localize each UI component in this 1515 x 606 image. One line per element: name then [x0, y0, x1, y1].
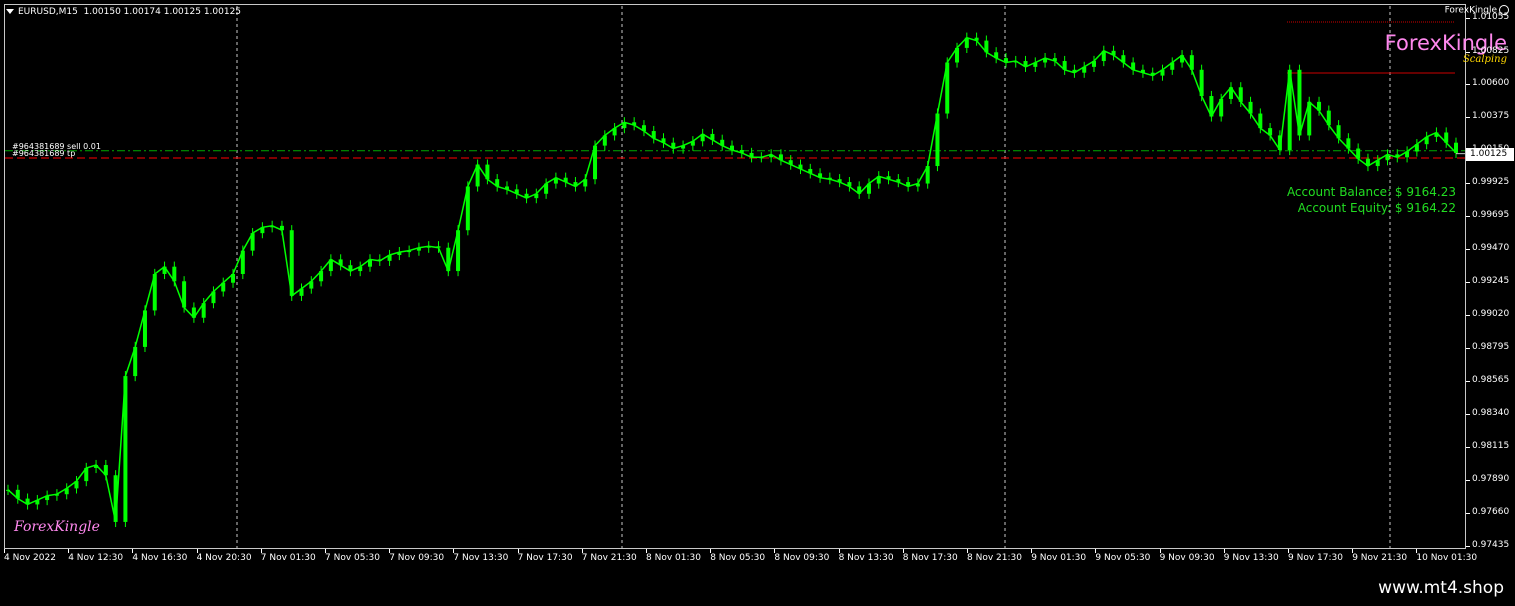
price-tick-label: 0.98115	[1465, 440, 1510, 451]
ohlc-values: 1.00150 1.00174 1.00125 1.00125	[83, 7, 242, 17]
plot-area-border	[4, 4, 1466, 549]
time-tick-label: 4 Nov 2022	[4, 549, 56, 563]
symbol-name: EURUSD,M15	[18, 7, 78, 17]
watermark-logo: ForexKingle	[14, 519, 100, 535]
time-tick-label: 4 Nov 16:30	[132, 549, 188, 563]
time-tick-label: 8 Nov 17:30	[902, 549, 958, 563]
time-tick-label: 7 Nov 01:30	[260, 549, 316, 563]
time-tick-label: 8 Nov 05:30	[710, 549, 766, 563]
account-balance: Account Balance: $ 9164.23	[1286, 185, 1456, 199]
chart-window[interactable]: EURUSD,M15 1.00150 1.00174 1.00125 1.001…	[0, 0, 1515, 570]
account-equity: Account Equity: $ 9164.22	[1297, 201, 1456, 215]
time-tick-label: 7 Nov 09:30	[389, 549, 445, 563]
dropdown-triangle-icon[interactable]	[6, 9, 14, 14]
time-tick-label: 9 Nov 05:30	[1095, 549, 1151, 563]
price-tick-label: 0.97435	[1465, 540, 1510, 550]
price-tick-label: 0.99470	[1465, 243, 1510, 254]
time-tick-label: 8 Nov 13:30	[838, 549, 894, 563]
price-tick-label: 0.99245	[1465, 276, 1510, 286]
price-tick-label: 0.97660	[1465, 507, 1510, 518]
time-tick-label: 9 Nov 21:30	[1352, 549, 1408, 563]
price-tick-label: 1.00825	[1465, 45, 1510, 56]
price-tick-label: 0.99020	[1465, 308, 1510, 319]
symbol-header[interactable]: EURUSD,M15 1.00150 1.00174 1.00125 1.001…	[6, 7, 241, 17]
time-tick-label: 8 Nov 21:30	[967, 549, 1022, 563]
current-price-tag: 1.00125	[1466, 147, 1514, 161]
time-tick-label: 7 Nov 21:30	[581, 549, 637, 563]
time-tick-label: 9 Nov 17:30	[1288, 549, 1343, 563]
price-tick-label: 1.00600	[1465, 78, 1510, 89]
time-tick-label: 9 Nov 09:30	[1159, 549, 1215, 563]
price-tick-label: 0.98795	[1465, 341, 1510, 352]
time-tick-label: 4 Nov 20:30	[196, 549, 252, 563]
time-tick-label: 4 Nov 12:30	[68, 549, 124, 563]
time-tick-label: 7 Nov 13:30	[453, 549, 509, 563]
time-tick-label: 7 Nov 17:30	[517, 549, 573, 563]
price-tick-label: 1.00375	[1465, 111, 1510, 122]
footer-bar: www.mt4.shop	[0, 570, 1515, 606]
time-tick-label: 8 Nov 01:30	[646, 549, 701, 563]
time-tick-label: 8 Nov 09:30	[774, 549, 830, 563]
time-tick-label: 9 Nov 01:30	[1031, 549, 1087, 563]
order-tp-label: #964381689 tp	[12, 149, 76, 158]
time-axis[interactable]: 4 Nov 2022 4 Nov 12:30 4 Nov 16:30 4 Nov 20…	[4, 549, 1477, 570]
price-tick-label: 0.99925	[1465, 176, 1510, 187]
price-axis[interactable]: 1.010551.008251.006001.003751.001500.999…	[1465, 4, 1515, 550]
footer-url: www.mt4.shop	[1378, 578, 1504, 598]
price-tick-label: 0.98340	[1465, 408, 1510, 418]
price-tick-label: 0.98565	[1465, 375, 1510, 386]
time-tick-label: 9 Nov 13:30	[1223, 549, 1279, 563]
price-tick-label: 1.01055	[1465, 12, 1510, 22]
time-tick-label: 7 Nov 05:30	[325, 549, 380, 563]
time-tick-label: 10 Nov 01:30	[1416, 549, 1478, 563]
price-tick-label: 0.97890	[1465, 473, 1510, 484]
price-tick-label: 0.99695	[1465, 210, 1510, 221]
